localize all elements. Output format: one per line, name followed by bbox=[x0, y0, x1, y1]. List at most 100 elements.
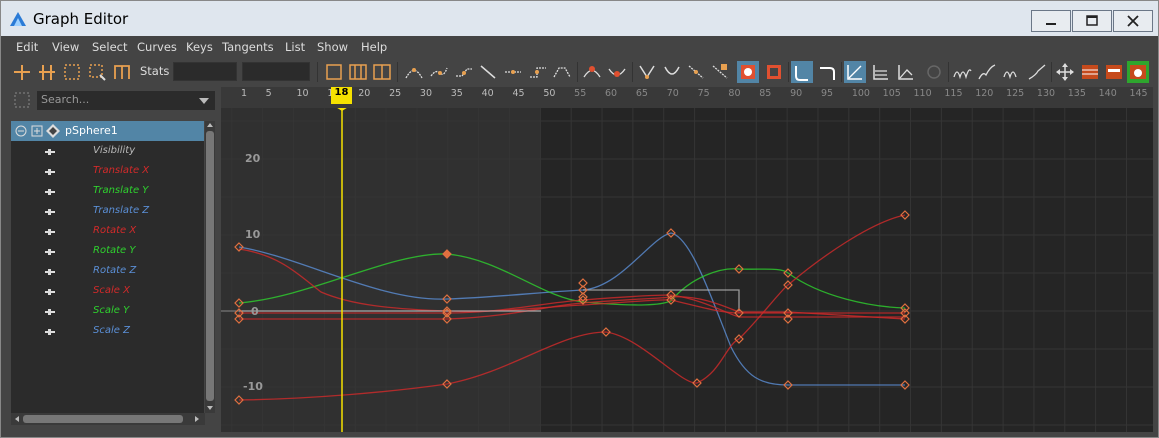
clamped-tangents-icon[interactable] bbox=[453, 61, 475, 83]
time-ruler[interactable]: 1510152025303540455055606570758085909510… bbox=[221, 87, 1153, 108]
retime-tool-icon[interactable] bbox=[111, 61, 133, 83]
buffer-curve-snapshot-icon[interactable] bbox=[581, 61, 603, 83]
lock-tangent-weight-icon[interactable] bbox=[709, 61, 731, 83]
title-bar: Graph Editor bbox=[1, 1, 1158, 36]
channel-row[interactable]: Translate X bbox=[11, 161, 204, 181]
auto-load-graph-editor-icon[interactable] bbox=[737, 61, 759, 83]
search-placeholder: Search... bbox=[41, 93, 90, 106]
time-snap-icon[interactable] bbox=[791, 61, 813, 83]
swap-buffer-curves-icon[interactable] bbox=[606, 61, 628, 83]
channel-row[interactable]: Visibility bbox=[11, 141, 204, 161]
ruler-tick-label: 80 bbox=[728, 88, 741, 99]
minimize-button[interactable] bbox=[1031, 10, 1071, 32]
ruler-tick-label: 1 bbox=[241, 88, 248, 99]
load-selected-icon[interactable] bbox=[763, 61, 785, 83]
flat-tangents-icon[interactable] bbox=[502, 61, 524, 83]
cycle-offset-icon[interactable] bbox=[976, 61, 998, 83]
menu-tangents[interactable]: Tangents bbox=[222, 40, 274, 54]
outliner-horizontal-scrollbar[interactable] bbox=[11, 413, 205, 425]
dope-sheet-icon[interactable] bbox=[1079, 61, 1101, 83]
graph-view[interactable]: 1510152025303540455055606570758085909510… bbox=[221, 87, 1153, 432]
ruler-tick-label: 135 bbox=[1067, 88, 1086, 99]
scroll-right-icon[interactable] bbox=[193, 415, 201, 423]
channel-row[interactable]: Scale X bbox=[11, 281, 204, 301]
step-tangents-icon[interactable] bbox=[527, 61, 549, 83]
current-frame-marker[interactable]: 18 bbox=[331, 87, 352, 104]
ruler-tick-label: 110 bbox=[913, 88, 932, 99]
value-snap-icon[interactable] bbox=[816, 61, 838, 83]
frame-all-icon[interactable] bbox=[323, 61, 345, 83]
ruler-tick-label: 90 bbox=[790, 88, 803, 99]
toolbar-separator bbox=[317, 62, 318, 82]
maya-app-icon bbox=[10, 12, 26, 26]
lattice-deform-icon[interactable] bbox=[61, 61, 83, 83]
stats-frame-field[interactable] bbox=[173, 62, 237, 81]
linear-infinity-icon[interactable] bbox=[1026, 61, 1048, 83]
insert-keys-tool-icon[interactable] bbox=[36, 61, 58, 83]
menu-list[interactable]: List bbox=[285, 40, 305, 54]
graph-outliner: Search... pSphere1 Visibility Translate X… bbox=[9, 87, 216, 431]
time-editor-icon[interactable] bbox=[1127, 61, 1149, 83]
menu-help[interactable]: Help bbox=[361, 40, 387, 54]
ruler-tick-label: 115 bbox=[944, 88, 963, 99]
collapse-icon[interactable] bbox=[15, 125, 27, 137]
plateau-tangents-icon[interactable] bbox=[551, 61, 573, 83]
close-button[interactable] bbox=[1113, 10, 1153, 32]
unify-tangents-icon[interactable] bbox=[661, 61, 683, 83]
linear-tangents-icon[interactable] bbox=[477, 61, 499, 83]
denormalize-curves-icon[interactable] bbox=[870, 61, 892, 83]
anim-curve-icon bbox=[45, 249, 55, 255]
scroll-thumb[interactable] bbox=[23, 415, 183, 423]
search-input[interactable]: Search... bbox=[37, 91, 215, 110]
graph-editor-window: Graph Editor Edit View Select Curves Key… bbox=[0, 0, 1159, 438]
channel-row[interactable]: Scale Y bbox=[11, 301, 204, 321]
chevron-down-icon[interactable] bbox=[199, 98, 209, 104]
pre-infinity-icon[interactable] bbox=[923, 61, 945, 83]
stats-value-field[interactable] bbox=[242, 62, 310, 81]
channel-row[interactable]: Translate Z bbox=[11, 201, 204, 221]
anim-curve-icon bbox=[45, 289, 55, 295]
auto-tangents-icon[interactable] bbox=[403, 61, 425, 83]
scroll-up-icon[interactable] bbox=[206, 121, 214, 129]
break-tangents-icon[interactable] bbox=[636, 61, 658, 83]
maximize-button[interactable] bbox=[1072, 10, 1112, 32]
center-current-time-icon[interactable] bbox=[371, 61, 393, 83]
move-manipulator-icon[interactable] bbox=[1054, 61, 1076, 83]
channel-row[interactable]: Rotate Y bbox=[11, 241, 204, 261]
channel-row[interactable]: Rotate Z bbox=[11, 261, 204, 281]
channel-row[interactable]: Translate Y bbox=[11, 181, 204, 201]
move-keys-tool-icon[interactable] bbox=[11, 61, 33, 83]
spline-tangents-icon[interactable] bbox=[428, 61, 450, 83]
ruler-tick-label: 5 bbox=[265, 88, 272, 99]
oscillate-icon[interactable] bbox=[1001, 61, 1023, 83]
outliner-vertical-scrollbar[interactable] bbox=[205, 121, 215, 413]
menu-view[interactable]: View bbox=[52, 40, 79, 54]
filter-icon[interactable] bbox=[13, 91, 31, 109]
free-tangent-weight-icon[interactable] bbox=[685, 61, 707, 83]
channel-row[interactable]: Rotate X bbox=[11, 221, 204, 241]
stacked-curves-icon[interactable] bbox=[895, 61, 917, 83]
object-row-psphere1[interactable]: pSphere1 bbox=[11, 121, 204, 141]
menu-keys[interactable]: Keys bbox=[186, 40, 213, 54]
curve-canvas[interactable] bbox=[221, 87, 1153, 432]
object-name: pSphere1 bbox=[65, 124, 118, 137]
menu-curves[interactable]: Curves bbox=[137, 40, 177, 54]
menu-edit[interactable]: Edit bbox=[16, 40, 38, 54]
anim-curve-icon bbox=[45, 309, 55, 315]
scroll-down-icon[interactable] bbox=[206, 404, 214, 412]
expand-icon[interactable] bbox=[31, 125, 43, 137]
trax-editor-icon[interactable] bbox=[1103, 61, 1125, 83]
anim-curve-icon bbox=[45, 229, 55, 235]
menu-show[interactable]: Show bbox=[317, 40, 348, 54]
y-axis-label: 0 bbox=[251, 305, 259, 318]
channel-row[interactable]: Scale Z bbox=[11, 321, 204, 341]
region-tool-icon[interactable] bbox=[86, 61, 108, 83]
frame-playback-range-icon[interactable] bbox=[347, 61, 369, 83]
ruler-tick-label: 125 bbox=[1006, 88, 1025, 99]
cycle-curve-icon[interactable] bbox=[951, 61, 973, 83]
active-range-background bbox=[221, 108, 541, 432]
normalize-curves-icon[interactable] bbox=[844, 61, 866, 83]
scroll-left-icon[interactable] bbox=[13, 415, 21, 423]
scroll-thumb[interactable] bbox=[206, 131, 214, 401]
menu-select[interactable]: Select bbox=[92, 40, 127, 54]
